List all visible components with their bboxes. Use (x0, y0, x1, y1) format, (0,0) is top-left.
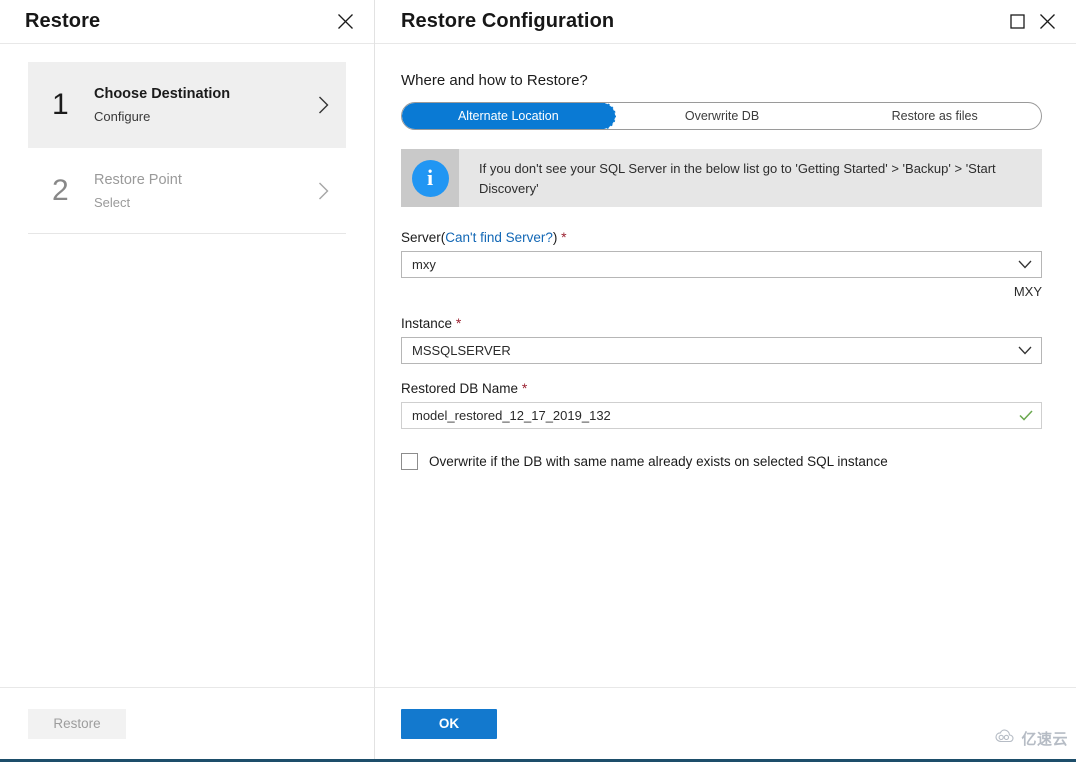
close-icon[interactable] (1032, 7, 1062, 37)
paren-close: ) (552, 230, 558, 245)
step-subtitle: Select (94, 194, 131, 210)
step-number: 2 (52, 173, 69, 207)
sidebar-item-choose-destination[interactable]: 1 Choose Destination Configure (28, 62, 346, 148)
overwrite-checkbox[interactable] (401, 453, 418, 470)
instance-selected-value: MSSQLSERVER (412, 343, 511, 358)
overwrite-checkbox-label: Overwrite if the DB with same name alrea… (429, 454, 888, 469)
server-label: Server(Can't find Server?) * (401, 229, 1046, 245)
info-icon-container: i (401, 149, 459, 207)
toggle-option-overwrite-db[interactable]: Overwrite DB (616, 103, 829, 129)
server-hint-text: MXY (1013, 284, 1042, 299)
left-panel-footer: Restore (0, 687, 374, 759)
maximize-icon[interactable] (1002, 7, 1032, 37)
server-field-block: Server(Can't find Server?) * mxy (401, 229, 1046, 278)
restored-db-name-input[interactable]: model_restored_12_17_2019_132 (401, 402, 1042, 429)
restored-db-name-label-text: Restored DB Name (401, 381, 519, 396)
step-title: Restore Point (94, 171, 182, 188)
restore-configuration-panel: Restore Configuration Where and how to R… (375, 0, 1076, 759)
toggle-option-restore-as-files[interactable]: Restore as files (828, 103, 1041, 129)
info-icon: i (411, 159, 449, 197)
instance-dropdown[interactable]: MSSQLSERVER (401, 337, 1042, 364)
restore-dialog: Restore 1 Choose Destination Configure 2… (0, 0, 1076, 762)
restore-mode-toggle: Alternate Location Overwrite DB Restore … (401, 102, 1042, 130)
step-text: Choose Destination Configure (94, 86, 314, 124)
checkmark-icon (1019, 409, 1033, 423)
close-icon[interactable] (330, 7, 360, 37)
chevron-down-icon (1017, 343, 1033, 359)
restore-button[interactable]: Restore (28, 708, 126, 739)
server-dropdown[interactable]: mxy (401, 251, 1042, 278)
step-number: 1 (52, 88, 69, 121)
sidebar-item-restore-point[interactable]: 2 Restore Point Select (28, 148, 346, 234)
restored-db-name-block: Restored DB Name * model_restored_12_17_… (401, 380, 1046, 429)
configuration-form: Where and how to Restore? Alternate Loca… (375, 44, 1076, 687)
info-banner: i If you don't see your SQL Server in th… (401, 149, 1042, 207)
overwrite-checkbox-row[interactable]: Overwrite if the DB with same name alrea… (401, 453, 1046, 470)
restore-wizard-panel: Restore 1 Choose Destination Configure 2… (0, 0, 375, 759)
required-asterisk: * (521, 380, 528, 396)
restored-db-name-value: model_restored_12_17_2019_132 (412, 408, 611, 423)
chevron-right-icon (314, 96, 332, 114)
required-asterisk: * (561, 229, 567, 245)
server-selected-value: mxy (412, 257, 436, 272)
page-title: Restore (25, 10, 101, 32)
server-label-text: Server (401, 230, 441, 245)
ok-button[interactable]: OK (401, 708, 497, 739)
step-subtitle: Configure (94, 109, 151, 124)
left-panel-header: Restore (0, 0, 374, 44)
chevron-down-icon (1017, 257, 1033, 273)
step-text: Restore Point Select (94, 172, 314, 210)
toggle-option-alternate-location[interactable]: Alternate Location (402, 103, 616, 129)
restored-db-name-label: Restored DB Name * (401, 380, 1046, 396)
right-panel-header: Restore Configuration (375, 0, 1076, 44)
instance-label-text: Instance (401, 316, 453, 331)
right-panel-footer: OK (375, 687, 1076, 759)
required-asterisk: * (455, 315, 462, 331)
wizard-steps: 1 Choose Destination Configure 2 Restore… (0, 44, 374, 234)
panel-title: Restore Configuration (401, 10, 615, 32)
section-heading: Where and how to Restore? (401, 72, 588, 89)
cant-find-server-link[interactable]: Can't find Server? (445, 230, 553, 245)
info-banner-text: If you don't see your SQL Server in the … (479, 161, 996, 196)
step-title: Choose Destination (94, 86, 231, 102)
instance-label: Instance * (401, 315, 1046, 331)
instance-field-block: Instance * MSSQLSERVER (401, 315, 1046, 364)
chevron-right-icon (314, 182, 332, 200)
